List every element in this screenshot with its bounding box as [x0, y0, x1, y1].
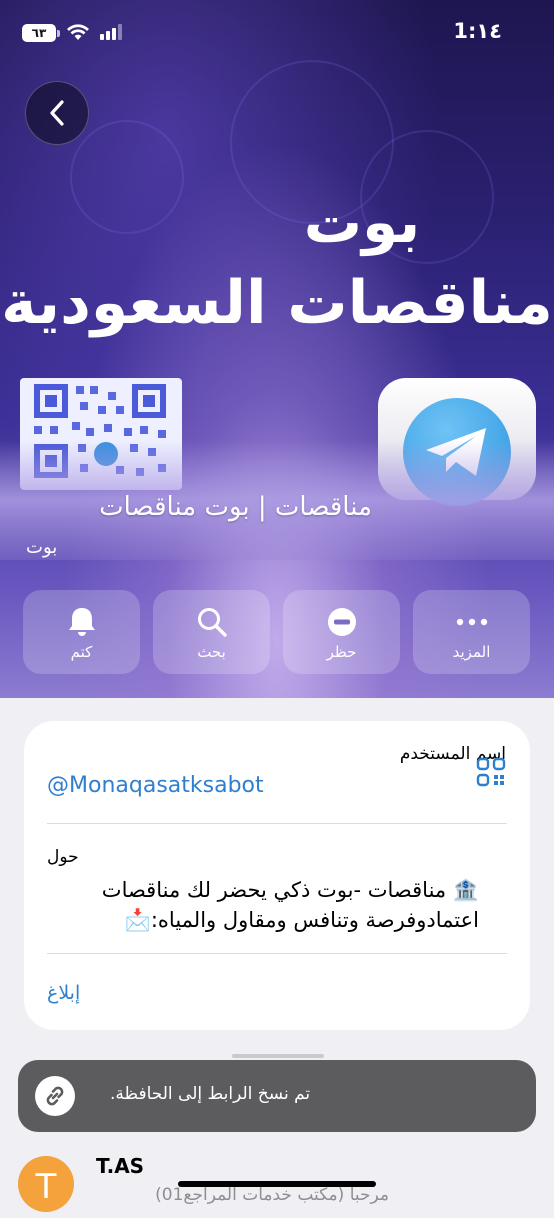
search-button[interactable]: بحث — [153, 590, 270, 674]
sheet-handle — [232, 1054, 324, 1058]
status-bar: ٦٣ 1:١٤ — [0, 0, 554, 62]
signal-icon — [100, 24, 122, 40]
copied-toast: تم نسخ الرابط إلى الحافظة. — [18, 1060, 536, 1132]
action-bar: المزيد حظر بحث كتم — [23, 590, 531, 674]
profile-name: مناقصات | بوت مناقصات — [99, 492, 372, 522]
chevron-left-icon — [50, 100, 64, 126]
mute-button[interactable]: كتم — [23, 590, 140, 674]
block-icon — [327, 608, 356, 636]
battery-tip — [57, 30, 60, 37]
decor-ring — [70, 120, 184, 234]
home-indicator[interactable] — [178, 1181, 376, 1187]
about-label: حول — [47, 847, 79, 867]
bell-icon — [68, 608, 95, 636]
block-button[interactable]: حظر — [283, 590, 400, 674]
mute-label: كتم — [70, 643, 93, 661]
battery-icon: ٦٣ — [22, 24, 56, 42]
more-icon — [456, 618, 487, 626]
poster-title-line1: بوت — [303, 188, 421, 256]
divider — [47, 823, 507, 824]
profile-subtitle: بوت — [26, 537, 58, 558]
profile-header: ٦٣ 1:١٤ بوت مناقصات السعودية مناقصات | ب… — [0, 0, 554, 698]
toast-text: تم نسخ الرابط إلى الحافظة. — [110, 1084, 311, 1104]
poster-title-line2: مناقصات السعودية — [1, 268, 553, 338]
username-link[interactable]: @Monaqasatksabot — [47, 773, 264, 798]
more-button[interactable]: المزيد — [413, 590, 530, 674]
block-label: حظر — [326, 643, 357, 661]
qr-code-icon[interactable] — [476, 757, 506, 787]
report-link[interactable]: إبلاغ — [47, 982, 80, 1004]
search-icon — [197, 608, 227, 637]
search-label: بحث — [197, 643, 226, 661]
link-icon — [35, 1076, 75, 1116]
back-button[interactable] — [25, 81, 89, 145]
about-text: 🏦 مناقصات -بوت ذكي يحضر لك مناقصات اعتما… — [101, 878, 479, 932]
clock: 1:١٤ — [453, 19, 502, 43]
divider — [47, 953, 507, 954]
more-label: المزيد — [452, 643, 491, 661]
wifi-icon — [67, 24, 89, 40]
chat-name[interactable]: T.AS — [96, 1154, 144, 1178]
chat-preview-text: مرحباً (مكتب خدمات المراجع01) — [155, 1185, 389, 1205]
avatar[interactable]: T — [18, 1156, 74, 1212]
